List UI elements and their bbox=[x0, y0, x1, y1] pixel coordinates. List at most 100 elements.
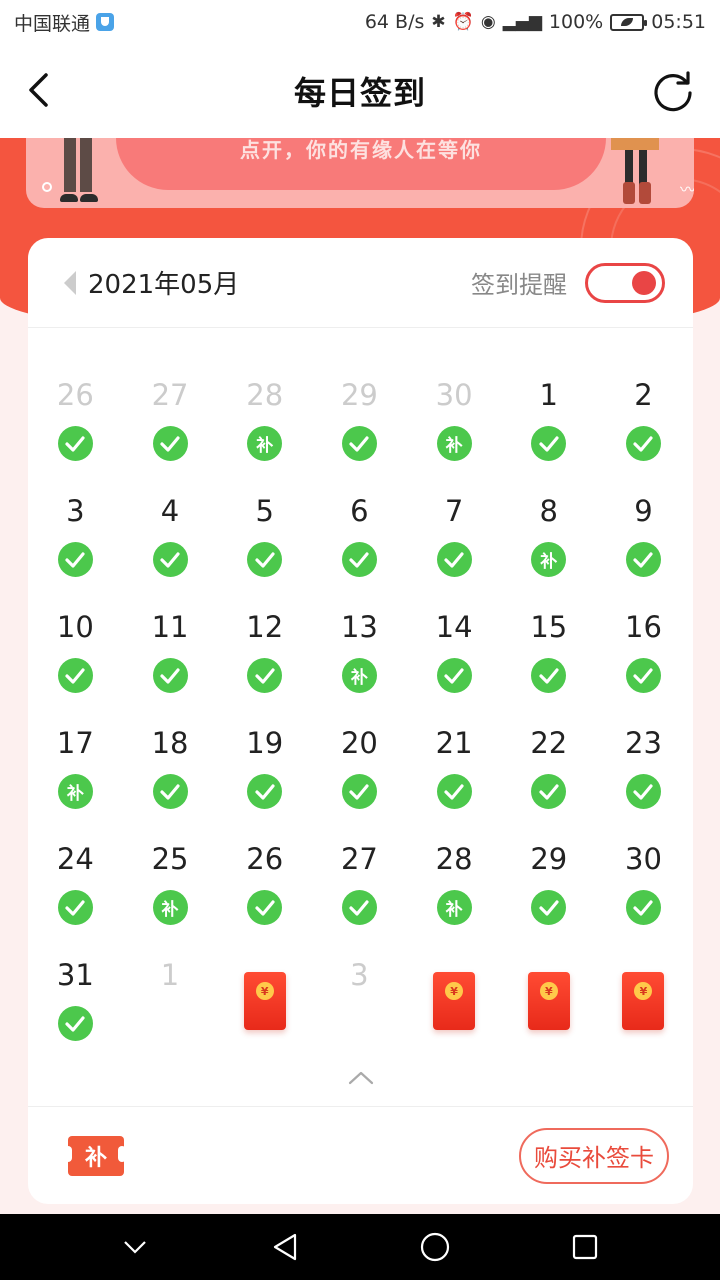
calendar-day[interactable]: ¥ bbox=[596, 958, 691, 1074]
calendar-day[interactable]: 17 补 bbox=[28, 726, 123, 842]
day-number: 3 bbox=[350, 958, 369, 992]
red-packet-icon[interactable]: ¥ bbox=[527, 972, 570, 1030]
day-number: 28 bbox=[435, 842, 473, 876]
day-number: 29 bbox=[340, 378, 378, 412]
calendar-day[interactable]: 28 补 bbox=[217, 378, 312, 494]
calendar-day[interactable]: 26 bbox=[217, 842, 312, 958]
check-icon bbox=[349, 551, 370, 568]
carrier-label: 中国联通 bbox=[14, 12, 91, 35]
checked-badge bbox=[57, 426, 93, 461]
back-button[interactable] bbox=[18, 70, 58, 110]
calendar-day[interactable]: 6 bbox=[312, 494, 407, 610]
calendar-day[interactable]: 24 bbox=[28, 842, 123, 958]
refresh-button[interactable] bbox=[650, 68, 696, 114]
calendar-day[interactable]: 3 bbox=[312, 958, 407, 1074]
calendar-day[interactable]: 28 补 bbox=[407, 842, 502, 958]
calendar-day[interactable]: 7 bbox=[407, 494, 502, 610]
calendar-day[interactable]: 5 bbox=[217, 494, 312, 610]
makeup-badge-label: 补 bbox=[540, 552, 558, 572]
checked-badge bbox=[531, 658, 567, 693]
checked-badge bbox=[625, 658, 661, 693]
chevron-up-icon bbox=[348, 1071, 374, 1085]
calendar-day[interactable]: 13 补 bbox=[312, 610, 407, 726]
calendar-day[interactable]: 16 bbox=[596, 610, 691, 726]
check-icon bbox=[349, 899, 370, 916]
day-number: 5 bbox=[255, 494, 274, 528]
red-packet-icon[interactable]: ¥ bbox=[243, 972, 286, 1030]
makeup-badge-label: 补 bbox=[350, 668, 368, 688]
calendar-day[interactable]: 27 bbox=[123, 378, 218, 494]
prev-month-icon[interactable] bbox=[64, 270, 76, 295]
day-number: 31 bbox=[56, 958, 94, 992]
calendar-day[interactable]: 15 bbox=[501, 610, 596, 726]
check-icon bbox=[539, 667, 559, 684]
calendar-day[interactable]: 22 bbox=[501, 726, 596, 842]
calendar-day[interactable]: 9 bbox=[596, 494, 691, 610]
calendar-day[interactable]: 23 bbox=[596, 726, 691, 842]
day-number: 8 bbox=[539, 494, 558, 528]
calendar-day[interactable]: 3 bbox=[28, 494, 123, 610]
day-number: 19 bbox=[246, 726, 284, 760]
collapse-button[interactable] bbox=[346, 1068, 376, 1088]
check-icon bbox=[160, 667, 180, 684]
buy-makeup-card-button[interactable]: 购买补签卡 bbox=[519, 1127, 669, 1184]
calendar-day[interactable]: 12 bbox=[217, 610, 312, 726]
check-icon bbox=[255, 667, 275, 684]
calendar-day[interactable]: 2 bbox=[596, 378, 691, 494]
red-packet-icon[interactable]: ¥ bbox=[433, 972, 476, 1030]
calendar-day[interactable]: 19 bbox=[217, 726, 312, 842]
nav-down-button[interactable] bbox=[115, 1227, 155, 1267]
person-illustration-right bbox=[611, 138, 661, 204]
system-nav-bar bbox=[0, 1214, 720, 1280]
checked-badge bbox=[247, 658, 283, 693]
calendar-day[interactable]: 30 补 bbox=[407, 378, 502, 494]
calendar-day[interactable]: 1 bbox=[123, 958, 218, 1074]
calendar-day[interactable]: 26 bbox=[28, 378, 123, 494]
check-icon bbox=[160, 551, 180, 568]
square-recent-icon bbox=[572, 1234, 598, 1260]
check-icon bbox=[65, 1015, 85, 1032]
calendar-day[interactable]: 27 bbox=[312, 842, 407, 958]
makeup-badge-label: 补 bbox=[445, 900, 463, 920]
promo-banner[interactable]: 点开，你的有缘人在等你 〰 bbox=[26, 138, 694, 208]
calendar-day[interactable]: ¥ bbox=[217, 958, 312, 1074]
calendar-day[interactable]: 14 bbox=[407, 610, 502, 726]
calendar-day[interactable]: 11 bbox=[123, 610, 218, 726]
calendar-day[interactable]: 8补 bbox=[501, 494, 596, 610]
eye-icon: ◉ bbox=[480, 12, 496, 32]
calendar-day[interactable]: 31 bbox=[28, 958, 123, 1074]
page-title: 每日签到 bbox=[293, 74, 426, 112]
makeup-card-icon: 补 bbox=[64, 1134, 126, 1178]
checked-badge bbox=[436, 774, 472, 809]
calendar-day[interactable]: ¥ bbox=[501, 958, 596, 1074]
day-number: 9 bbox=[634, 494, 653, 528]
calendar-day[interactable]: 21 bbox=[407, 726, 502, 842]
calendar-day[interactable]: 20 bbox=[312, 726, 407, 842]
calendar-day[interactable]: 25 补 bbox=[123, 842, 218, 958]
check-icon bbox=[65, 899, 85, 916]
day-number: 4 bbox=[160, 494, 180, 528]
calendar-day[interactable]: ¥ bbox=[407, 958, 502, 1074]
calendar-day[interactable]: 30 bbox=[596, 842, 691, 958]
nav-recent-button[interactable] bbox=[565, 1227, 605, 1267]
day-number: 22 bbox=[530, 726, 568, 760]
check-icon bbox=[539, 435, 559, 452]
banner-text: 点开，你的有缘人在等你 bbox=[240, 138, 482, 162]
calendar-day[interactable]: 4 bbox=[123, 494, 218, 610]
checked-badge bbox=[531, 890, 567, 925]
calendar-day[interactable]: 18 bbox=[123, 726, 218, 842]
day-number: 17 bbox=[56, 726, 94, 760]
nav-home-button[interactable] bbox=[415, 1227, 455, 1267]
nav-back-button[interactable] bbox=[265, 1227, 305, 1267]
reminder-toggle[interactable] bbox=[585, 262, 665, 303]
calendar-day[interactable]: 1 bbox=[501, 378, 596, 494]
red-packet-icon[interactable]: ¥ bbox=[622, 972, 665, 1030]
calendar-day[interactable]: 29 bbox=[501, 842, 596, 958]
check-icon bbox=[539, 783, 559, 800]
day-number: 11 bbox=[151, 610, 189, 644]
calendar-day[interactable]: 10 bbox=[28, 610, 123, 726]
calendar-day[interactable]: 29 bbox=[312, 378, 407, 494]
checked-badge bbox=[247, 890, 283, 925]
checked-badge bbox=[247, 542, 283, 577]
checked-badge bbox=[625, 426, 661, 461]
